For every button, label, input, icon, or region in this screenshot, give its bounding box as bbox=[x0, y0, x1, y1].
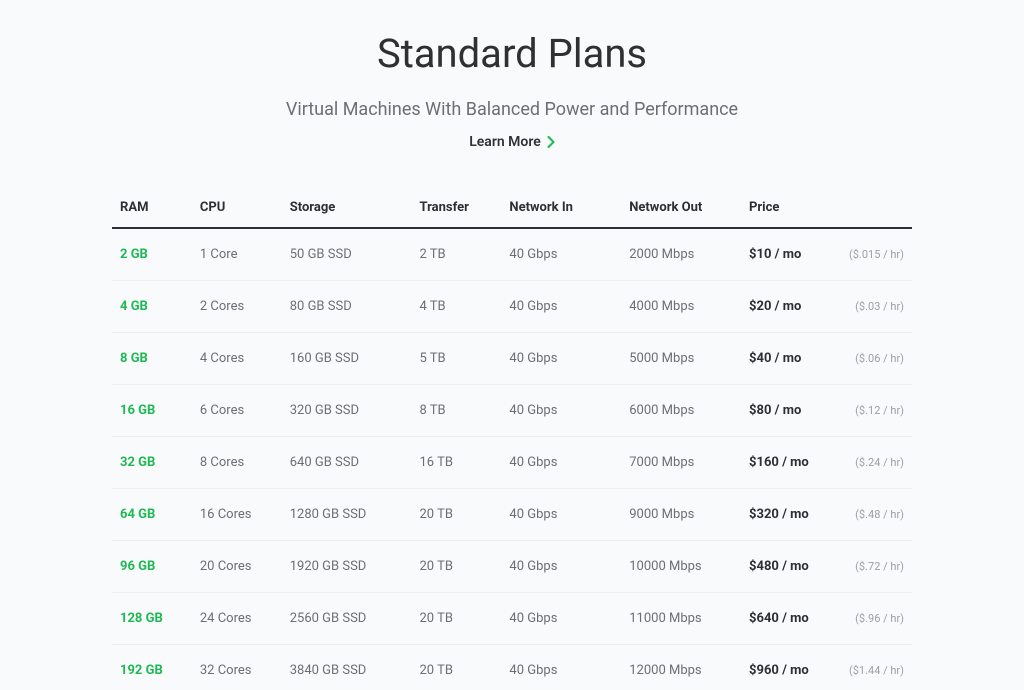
cell-storage: 640 GB SSD bbox=[282, 437, 412, 489]
col-price: Price bbox=[741, 188, 841, 228]
table-row: 32 GB8 Cores640 GB SSD16 TB40 Gbps7000 M… bbox=[112, 437, 912, 489]
table-row: 192 GB32 Cores3840 GB SSD20 TB40 Gbps120… bbox=[112, 645, 912, 690]
table-row: 16 GB6 Cores320 GB SSD8 TB40 Gbps6000 Mb… bbox=[112, 385, 912, 437]
table-row: 8 GB4 Cores160 GB SSD5 TB40 Gbps5000 Mbp… bbox=[112, 333, 912, 385]
pricing-page: Standard Plans Virtual Machines With Bal… bbox=[0, 0, 1024, 690]
cell-price-hr: ($.12 / hr) bbox=[841, 385, 912, 437]
cell-price: $640 / mo bbox=[741, 593, 841, 645]
cell-transfer: 4 TB bbox=[412, 281, 502, 333]
cell-price: $320 / mo bbox=[741, 489, 841, 541]
cell-net-out: 4000 Mbps bbox=[621, 281, 741, 333]
table-row: 64 GB16 Cores1280 GB SSD20 TB40 Gbps9000… bbox=[112, 489, 912, 541]
pricing-table-wrap: RAM CPU Storage Transfer Network In Netw… bbox=[112, 188, 912, 690]
cell-cpu: 24 Cores bbox=[192, 593, 282, 645]
cell-net-out: 2000 Mbps bbox=[621, 228, 741, 281]
cell-net-in: 40 Gbps bbox=[501, 333, 621, 385]
cell-net-in: 40 Gbps bbox=[501, 489, 621, 541]
cell-transfer: 2 TB bbox=[412, 228, 502, 281]
table-row: 2 GB1 Core50 GB SSD2 TB40 Gbps2000 Mbps$… bbox=[112, 228, 912, 281]
cell-storage: 320 GB SSD bbox=[282, 385, 412, 437]
header: Standard Plans Virtual Machines With Bal… bbox=[0, 30, 1024, 150]
col-net-out: Network Out bbox=[621, 188, 741, 228]
learn-more-label: Learn More bbox=[469, 134, 541, 150]
cell-net-out: 9000 Mbps bbox=[621, 489, 741, 541]
cell-price-hr: ($.03 / hr) bbox=[841, 281, 912, 333]
cell-price: $40 / mo bbox=[741, 333, 841, 385]
cell-price-hr: ($1.44 / hr) bbox=[841, 645, 912, 690]
cell-ram: 2 GB bbox=[112, 228, 192, 281]
cell-transfer: 20 TB bbox=[412, 541, 502, 593]
cell-price: $160 / mo bbox=[741, 437, 841, 489]
cell-transfer: 16 TB bbox=[412, 437, 502, 489]
cell-net-out: 5000 Mbps bbox=[621, 333, 741, 385]
cell-cpu: 20 Cores bbox=[192, 541, 282, 593]
chevron-right-icon bbox=[547, 136, 555, 148]
col-transfer: Transfer bbox=[412, 188, 502, 228]
cell-price-hr: ($.48 / hr) bbox=[841, 489, 912, 541]
cell-price: $80 / mo bbox=[741, 385, 841, 437]
cell-net-in: 40 Gbps bbox=[501, 228, 621, 281]
cell-net-out: 11000 Mbps bbox=[621, 593, 741, 645]
table-row: 128 GB24 Cores2560 GB SSD20 TB40 Gbps110… bbox=[112, 593, 912, 645]
col-ram: RAM bbox=[112, 188, 192, 228]
cell-net-in: 40 Gbps bbox=[501, 645, 621, 690]
cell-price: $10 / mo bbox=[741, 228, 841, 281]
cell-cpu: 1 Core bbox=[192, 228, 282, 281]
cell-storage: 50 GB SSD bbox=[282, 228, 412, 281]
cell-transfer: 20 TB bbox=[412, 489, 502, 541]
cell-net-in: 40 Gbps bbox=[501, 281, 621, 333]
cell-ram: 8 GB bbox=[112, 333, 192, 385]
cell-storage: 2560 GB SSD bbox=[282, 593, 412, 645]
cell-ram: 32 GB bbox=[112, 437, 192, 489]
cell-net-out: 7000 Mbps bbox=[621, 437, 741, 489]
cell-cpu: 4 Cores bbox=[192, 333, 282, 385]
cell-transfer: 8 TB bbox=[412, 385, 502, 437]
table-row: 96 GB20 Cores1920 GB SSD20 TB40 Gbps1000… bbox=[112, 541, 912, 593]
cell-ram: 96 GB bbox=[112, 541, 192, 593]
cell-storage: 3840 GB SSD bbox=[282, 645, 412, 690]
col-cpu: CPU bbox=[192, 188, 282, 228]
cell-net-out: 12000 Mbps bbox=[621, 645, 741, 690]
cell-storage: 80 GB SSD bbox=[282, 281, 412, 333]
cell-transfer: 20 TB bbox=[412, 645, 502, 690]
cell-cpu: 6 Cores bbox=[192, 385, 282, 437]
cell-storage: 1920 GB SSD bbox=[282, 541, 412, 593]
page-title: Standard Plans bbox=[0, 30, 1024, 77]
cell-net-in: 40 Gbps bbox=[501, 437, 621, 489]
cell-net-in: 40 Gbps bbox=[501, 385, 621, 437]
cell-cpu: 2 Cores bbox=[192, 281, 282, 333]
col-price-hr bbox=[841, 188, 912, 228]
cell-price-hr: ($.06 / hr) bbox=[841, 333, 912, 385]
cell-storage: 160 GB SSD bbox=[282, 333, 412, 385]
cell-price-hr: ($.24 / hr) bbox=[841, 437, 912, 489]
cell-net-in: 40 Gbps bbox=[501, 593, 621, 645]
cell-ram: 4 GB bbox=[112, 281, 192, 333]
cell-ram: 64 GB bbox=[112, 489, 192, 541]
cell-price-hr: ($.015 / hr) bbox=[841, 228, 912, 281]
cell-net-in: 40 Gbps bbox=[501, 541, 621, 593]
page-subtitle: Virtual Machines With Balanced Power and… bbox=[0, 99, 1024, 120]
cell-ram: 128 GB bbox=[112, 593, 192, 645]
cell-storage: 1280 GB SSD bbox=[282, 489, 412, 541]
learn-more-link[interactable]: Learn More bbox=[469, 134, 555, 150]
cell-net-out: 10000 Mbps bbox=[621, 541, 741, 593]
table-row: 4 GB2 Cores80 GB SSD4 TB40 Gbps4000 Mbps… bbox=[112, 281, 912, 333]
cell-cpu: 16 Cores bbox=[192, 489, 282, 541]
col-net-in: Network In bbox=[501, 188, 621, 228]
cell-price-hr: ($.96 / hr) bbox=[841, 593, 912, 645]
cell-net-out: 6000 Mbps bbox=[621, 385, 741, 437]
cell-price: $20 / mo bbox=[741, 281, 841, 333]
table-header-row: RAM CPU Storage Transfer Network In Netw… bbox=[112, 188, 912, 228]
cell-ram: 16 GB bbox=[112, 385, 192, 437]
pricing-table: RAM CPU Storage Transfer Network In Netw… bbox=[112, 188, 912, 690]
cell-transfer: 20 TB bbox=[412, 593, 502, 645]
cell-ram: 192 GB bbox=[112, 645, 192, 690]
cell-price-hr: ($.72 / hr) bbox=[841, 541, 912, 593]
cell-transfer: 5 TB bbox=[412, 333, 502, 385]
cell-cpu: 8 Cores bbox=[192, 437, 282, 489]
cell-price: $960 / mo bbox=[741, 645, 841, 690]
col-storage: Storage bbox=[282, 188, 412, 228]
cell-price: $480 / mo bbox=[741, 541, 841, 593]
cell-cpu: 32 Cores bbox=[192, 645, 282, 690]
